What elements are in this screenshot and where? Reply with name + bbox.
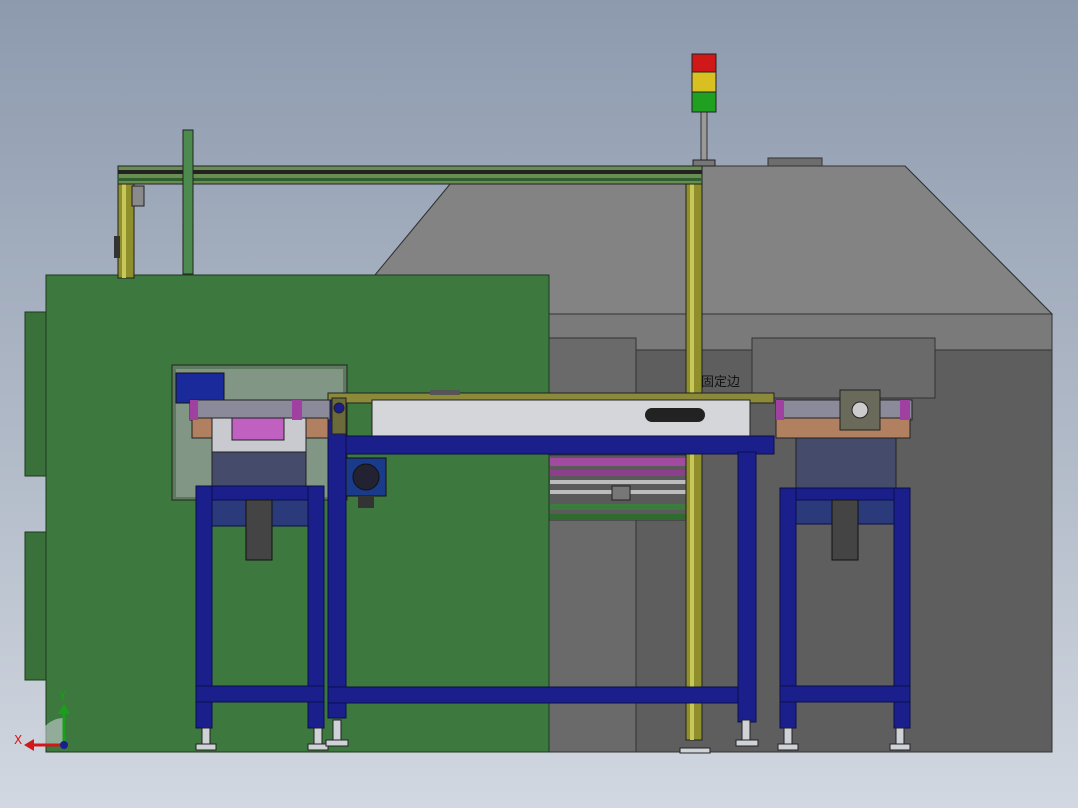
- red-light-icon: [691, 53, 717, 73]
- assembly-drawing: 固定边 Y X: [0, 0, 1078, 808]
- handle-icon: [645, 408, 705, 422]
- y-axis-label: Y: [58, 689, 67, 703]
- cad-viewport[interactable]: 固定边 Y X: [0, 0, 1078, 808]
- fixed-edge-label: 固定边: [701, 375, 740, 390]
- yellow-light-icon: [691, 71, 717, 93]
- green-light-icon: [691, 91, 717, 113]
- x-axis-label: X: [14, 733, 22, 747]
